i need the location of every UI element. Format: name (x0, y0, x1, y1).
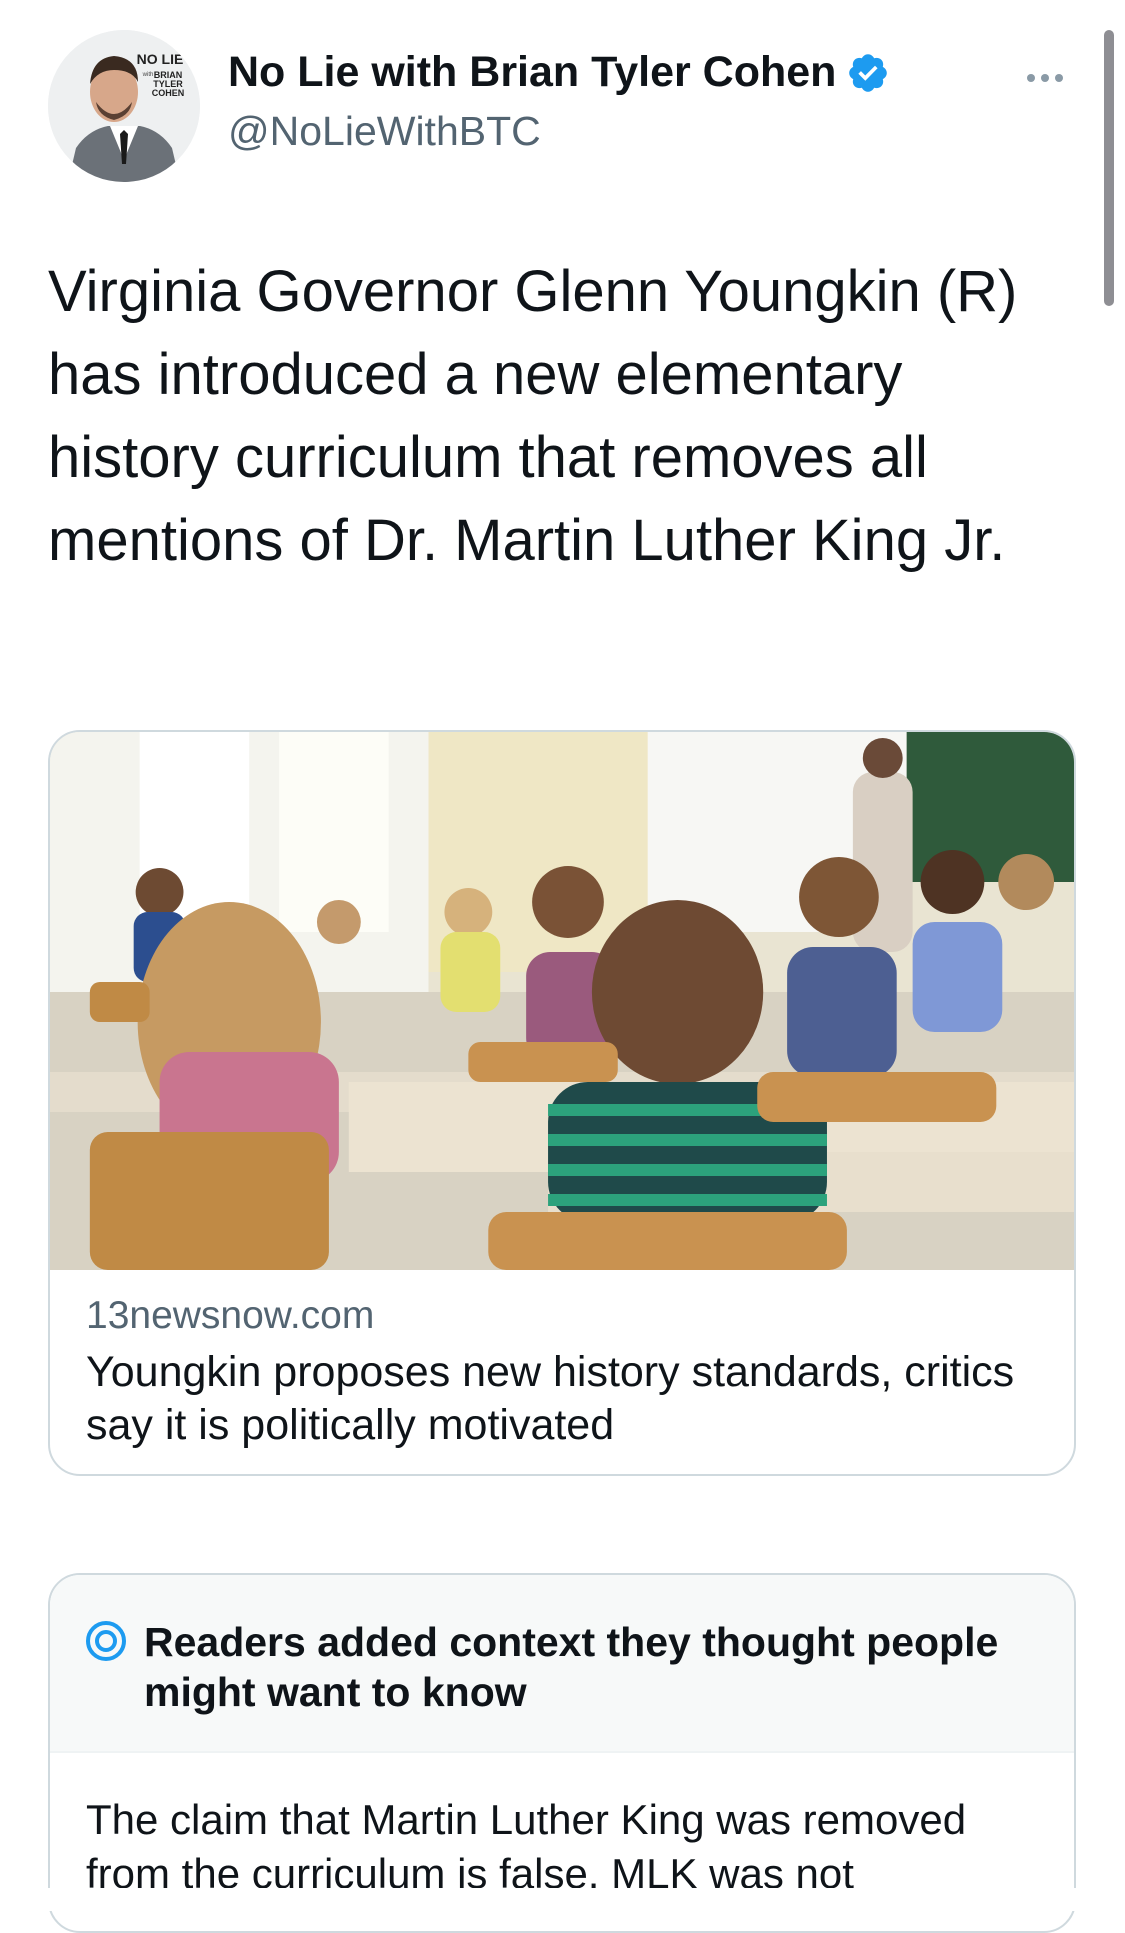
community-notes-box[interactable]: Readers added context they thought peopl… (48, 1573, 1076, 1933)
tweet-text: Virginia Governor Glenn Youngkin (R) has… (48, 259, 1018, 573)
author-handle[interactable]: @NoLieWithBTC (228, 108, 541, 155)
avatar-logo-text: with (142, 72, 154, 78)
verified-badge-icon (849, 53, 888, 92)
community-notes-header: Readers added context they thought peopl… (50, 1575, 1074, 1753)
card-title: Youngkin proposes new history standards,… (86, 1348, 1015, 1449)
author-avatar[interactable]: NO LIE with BRIAN TYLER COHEN (48, 30, 200, 182)
avatar-logo-text: COHEN (152, 88, 185, 98)
more-horizontal-icon[interactable] (1020, 58, 1070, 98)
author-name-row[interactable]: No Lie with Brian Tyler Cohen (228, 48, 890, 97)
card-domain: 13newsnow.com (86, 1294, 375, 1337)
community-notes-heading: Readers added context they thought peopl… (144, 1619, 999, 1715)
community-notes-icon (86, 1621, 126, 1661)
avatar-logo-text: NO LIE (137, 51, 184, 67)
avatar-image: NO LIE with BRIAN TYLER COHEN (48, 30, 200, 182)
bottom-edge (0, 1888, 1125, 1911)
classroom-photo (50, 732, 1074, 1270)
community-notes-body: The claim that Martin Luther King was re… (86, 1796, 967, 1897)
author-name[interactable]: No Lie with Brian Tyler Cohen (228, 48, 836, 97)
link-card[interactable]: 13newsnow.com Youngkin proposes new hist… (48, 730, 1076, 1476)
scrollbar[interactable] (1104, 30, 1114, 306)
